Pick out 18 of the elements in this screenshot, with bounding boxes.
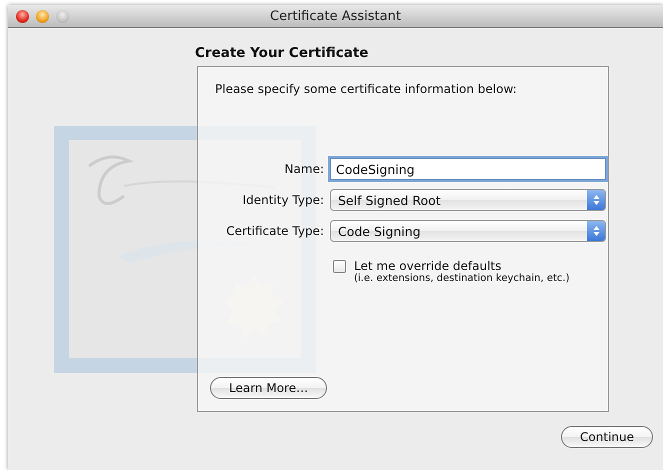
stepper-arrows-icon [592,194,600,206]
field-label: Identity Type: [242,193,324,207]
instruction-text: Please specify some certificate information below: [215,82,517,96]
stepper-arrows-icon [592,225,600,237]
hint-text: (i.e. extensions, destination keychain, etc.) [354,273,570,284]
continue-button[interactable]: Continue [561,426,653,448]
learn-more-button[interactable]: Learn More… [210,377,328,399]
field-label: Name: [284,162,324,176]
close-button[interactable] [16,10,29,22]
page-heading: Create Your Certificate [195,44,368,63]
checkbox-label: Let me override defaults [354,259,502,273]
popup-menu[interactable]: Code Signing [330,220,606,242]
window-title: Certificate Assistant [270,8,401,24]
text-field[interactable]: CodeSigning [330,158,606,180]
minimize-button[interactable] [36,10,49,22]
checkbox[interactable] [333,260,346,272]
field-label: Certificate Type: [225,224,324,238]
popup-menu[interactable]: Self Signed Root [330,189,606,211]
